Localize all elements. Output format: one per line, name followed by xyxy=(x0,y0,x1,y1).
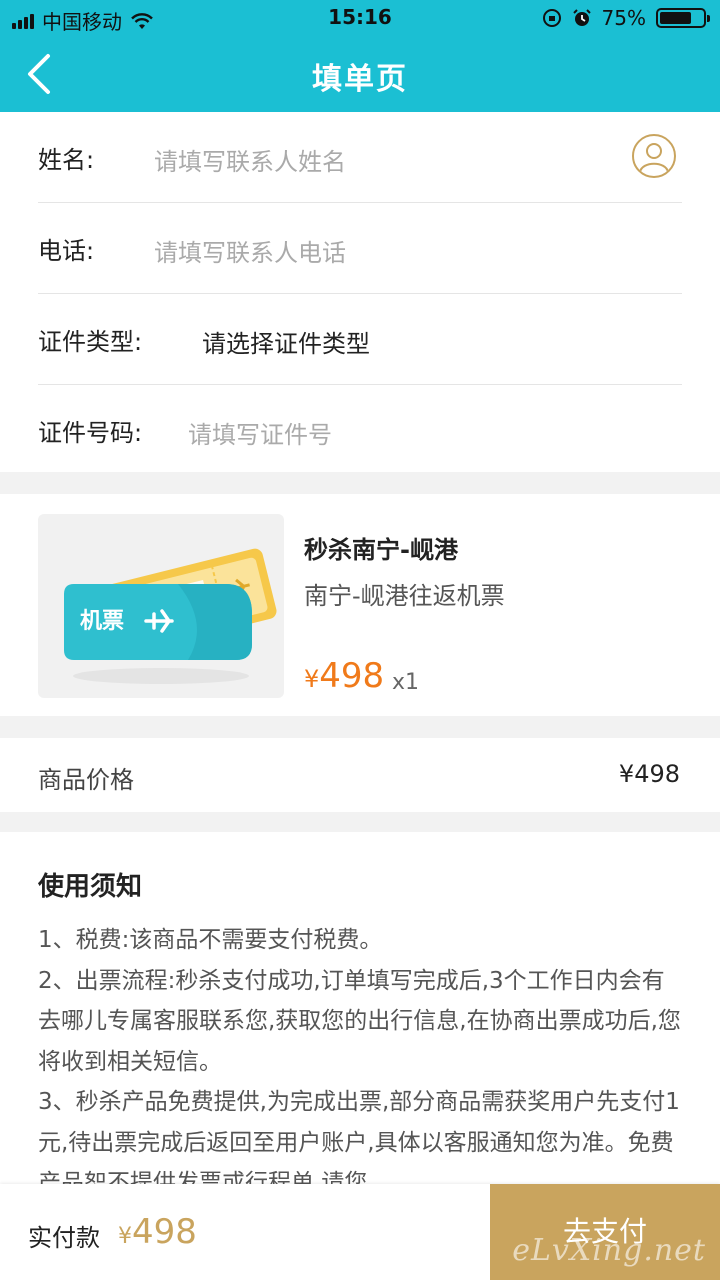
pay-button[interactable]: 去支付 xyxy=(490,1184,720,1280)
product-title: 秒杀南宁-岘港 xyxy=(304,536,458,564)
name-row: 姓名: 请填写联系人姓名 xyxy=(38,112,682,203)
price-summary-label: 商品价格 xyxy=(38,766,134,794)
id-type-row[interactable]: 证件类型: 请选择证件类型 xyxy=(38,294,682,385)
pay-amount: ¥498 xyxy=(118,1212,197,1252)
pay-label: 实付款 xyxy=(28,1224,100,1252)
notice-item: 2、出票流程:秒杀支付成功,订单填写完成后,3个工作日内会有去哪儿专属客服联系您… xyxy=(38,967,681,1075)
phone-row: 电话: 请填写联系人电话 xyxy=(38,203,682,294)
id-number-label: 证件号码: xyxy=(38,419,143,447)
alarm-icon xyxy=(572,9,591,26)
name-input[interactable]: 请填写联系人姓名 xyxy=(154,142,346,177)
battery-icon xyxy=(656,8,710,28)
thumb-label: 机票 xyxy=(80,609,124,634)
id-number-input[interactable]: 请填写证件号 xyxy=(188,415,332,450)
product-thumbnail: 机票 xyxy=(38,514,284,698)
orientation-lock-icon xyxy=(542,9,561,27)
phone-label: 电话: xyxy=(38,237,95,265)
status-right: 75% xyxy=(542,6,710,30)
phone-input[interactable]: 请填写联系人电话 xyxy=(154,233,346,268)
notice-item: 1、税费:该商品不需要支付税费。 xyxy=(38,927,383,953)
name-label: 姓名: xyxy=(38,146,95,174)
product-card: 机票 秒杀南宁-岘港 南宁-岘港往返机票 ¥498 x1 xyxy=(0,494,720,716)
id-type-label: 证件类型: xyxy=(38,328,143,356)
product-quantity: x1 xyxy=(392,670,420,695)
contact-person-icon[interactable] xyxy=(632,134,676,178)
price-value: 498 xyxy=(319,656,385,696)
product-price: ¥498 xyxy=(304,656,384,696)
pay-amount-value: 498 xyxy=(132,1212,197,1252)
product-subtitle: 南宁-岘港往返机票 xyxy=(304,582,505,610)
notice-body: 1、税费:该商品不需要支付税费。 2、出票流程:秒杀支付成功,订单填写完成后,3… xyxy=(38,920,684,1204)
price-summary: 商品价格 ¥498 xyxy=(0,738,720,812)
price-summary-value: ¥498 xyxy=(618,760,680,788)
nav-bar: 填单页 xyxy=(0,36,720,112)
flight-ticket-icon: 机票 xyxy=(64,548,277,684)
id-type-select[interactable]: 请选择证件类型 xyxy=(202,324,370,359)
price-currency: ¥ xyxy=(304,665,320,693)
notice-title: 使用须知 xyxy=(38,872,143,902)
page-title: 填单页 xyxy=(312,62,408,97)
pay-currency: ¥ xyxy=(118,1224,132,1249)
battery-percent: 75% xyxy=(601,6,646,30)
checkout-footer: 实付款 ¥498 去支付 eLvXing.net xyxy=(0,1184,720,1280)
contact-form: 姓名: 请填写联系人姓名 电话: 请填写联系人电话 证件类型: 请选择证件类型 … xyxy=(0,112,720,472)
id-number-row: 证件号码: 请填写证件号 xyxy=(38,385,682,475)
status-bar: 中国移动 15:16 75% xyxy=(0,0,720,36)
